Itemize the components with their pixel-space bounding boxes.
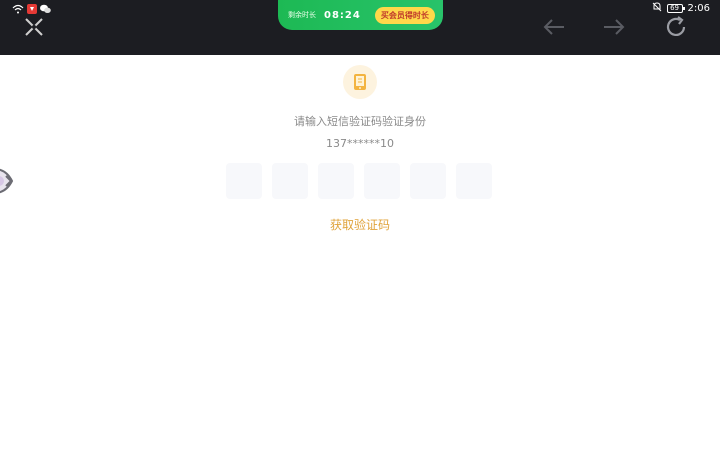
code-digit-box[interactable] <box>318 163 354 199</box>
code-digit-box[interactable] <box>226 163 262 199</box>
refresh-icon[interactable] <box>663 14 689 40</box>
mute-bell-icon <box>652 1 662 15</box>
code-digit-box[interactable] <box>410 163 446 199</box>
status-icons-right: 69 2:06 <box>652 1 710 15</box>
forward-arrow-icon[interactable] <box>601 14 627 40</box>
close-icon[interactable] <box>21 14 47 40</box>
code-digit-box[interactable] <box>272 163 308 199</box>
battery-icon: 69 <box>666 3 685 13</box>
remaining-time-value: 08:24 <box>324 9 361 21</box>
buy-vip-button[interactable]: 买会员得时长 <box>374 6 435 24</box>
status-clock: 2:06 <box>687 2 710 14</box>
masked-phone-number: 137******10 <box>326 137 394 150</box>
phone-icon <box>343 65 377 99</box>
code-digit-box[interactable] <box>456 163 492 199</box>
verification-panel: 请输入短信验证码验证身份 137******10 获取验证码 <box>0 55 720 450</box>
status-icons-left <box>12 2 51 14</box>
back-arrow-icon[interactable] <box>541 14 567 40</box>
sms-code-input[interactable] <box>226 163 492 199</box>
floating-assistant-handle[interactable] <box>0 165 20 197</box>
code-digit-box[interactable] <box>364 163 400 199</box>
top-bar: 剩余时长 08:24 买会员得时长 69 2:06 <box>0 0 720 55</box>
remaining-time-banner: 剩余时长 08:24 买会员得时长 <box>278 0 443 30</box>
verification-prompt: 请输入短信验证码验证身份 <box>294 115 426 128</box>
get-code-button[interactable]: 获取验证码 <box>0 216 720 233</box>
remaining-time-label: 剩余时长 <box>288 11 316 19</box>
